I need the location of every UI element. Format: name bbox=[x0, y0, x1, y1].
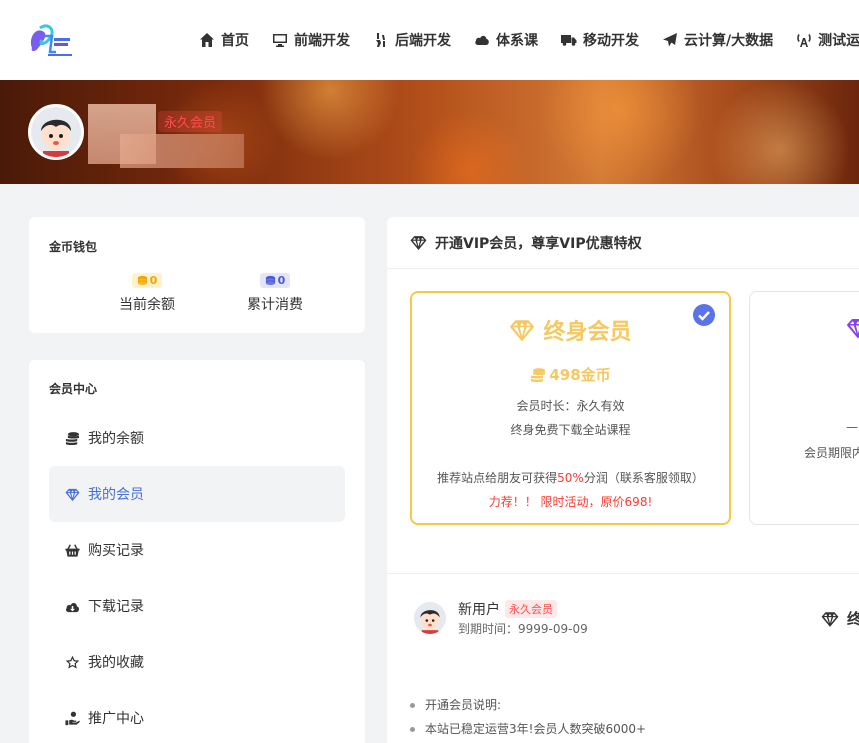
member-center-card: 会员中心 我的余额 我的会员 购买记录 下载记录 我的收藏 推广中心 bbox=[29, 360, 365, 743]
vip-main-card: 开通VIP会员，尊享VIP优惠特权 终身会员 498金币 会员时长：永久有效 终… bbox=[387, 217, 859, 743]
member-center-title: 会员中心 bbox=[49, 382, 98, 396]
spent-value: 0 bbox=[277, 274, 286, 287]
plan2-line1: — bbox=[846, 420, 858, 434]
menu-item-my-membership[interactable]: 我的会员 bbox=[49, 466, 345, 522]
menu-item-purchase-records[interactable]: 购买记录 bbox=[49, 522, 345, 578]
plan-title-text: 终身会员 bbox=[543, 320, 632, 345]
right-panel-hint: 终 bbox=[821, 608, 859, 629]
spent-label: 累计消费 bbox=[247, 297, 303, 313]
nav-item-testing-ops[interactable]: 测试运 bbox=[796, 30, 859, 50]
cloud-download-icon bbox=[66, 602, 80, 612]
plan-benefit: 终身免费下载全站课程 bbox=[510, 423, 631, 437]
coins-icon bbox=[65, 431, 80, 445]
nav-item-label: 测试运 bbox=[818, 33, 859, 49]
menu-item-favorites[interactable]: 我的收藏 bbox=[49, 634, 345, 690]
nav-item-label: 移动开发 bbox=[583, 33, 639, 49]
profile-banner: 永久会员 bbox=[0, 80, 859, 184]
menu-item-balance[interactable]: 我的余额 bbox=[49, 410, 345, 466]
server-icon bbox=[376, 33, 385, 47]
balance-value: 0 bbox=[149, 274, 158, 287]
referral-suffix: 分润（联系客服领取） bbox=[583, 471, 704, 485]
truck-icon bbox=[561, 35, 577, 46]
plan-price: 498金币 bbox=[412, 364, 729, 385]
user-vip-badge: 永久会员 bbox=[505, 600, 557, 618]
cloud-icon bbox=[475, 35, 489, 45]
user-expire-time: 到期时间：9999-09-09 bbox=[458, 622, 588, 636]
wallet-spent[interactable]: 0 累计消费 bbox=[195, 271, 355, 314]
plan-title: 终身会员 bbox=[412, 314, 729, 346]
user-name: 新用户 bbox=[458, 602, 500, 618]
diamond-icon bbox=[821, 611, 839, 627]
diamond-icon bbox=[510, 320, 535, 342]
menu-item-download-records[interactable]: 下载记录 bbox=[49, 578, 345, 634]
note-item: 本站已稳定运营3年!会员人数突破6000+ bbox=[407, 721, 646, 743]
plan-duration: 会员时长：永久有效 bbox=[516, 399, 625, 413]
top-navigation-bar: 首页 前端开发 后端开发 体系课 移动开发 云计算/大数据 测试运 bbox=[0, 0, 859, 80]
menu-item-label: 下载记录 bbox=[88, 599, 144, 615]
avatar[interactable] bbox=[28, 104, 84, 160]
coins-icon bbox=[137, 275, 147, 286]
vip-badge: 永久会员 bbox=[158, 111, 223, 132]
wallet-card: 金币钱包 0 当前余额 0 累计消费 bbox=[29, 217, 365, 333]
star-icon bbox=[65, 655, 80, 668]
vip-header-title: 开通VIP会员，尊享VIP优惠特权 bbox=[435, 235, 642, 252]
nav-item-mobile[interactable]: 移动开发 bbox=[561, 30, 639, 50]
spent-badge: 0 bbox=[259, 273, 291, 288]
wallet-title: 金币钱包 bbox=[49, 240, 98, 254]
diamond-icon bbox=[65, 488, 80, 501]
menu-item-label: 推广中心 bbox=[88, 711, 144, 727]
nav-item-cloud-bigdata[interactable]: 云计算/大数据 bbox=[662, 30, 773, 50]
nav-item-label: 云计算/大数据 bbox=[684, 33, 774, 49]
diamond-icon bbox=[410, 236, 427, 250]
menu-item-referral-center[interactable]: 推广中心 bbox=[49, 690, 345, 743]
send-icon bbox=[663, 33, 677, 47]
nav-item-home[interactable]: 首页 bbox=[199, 30, 249, 50]
plan-price-text: 498金币 bbox=[549, 366, 611, 384]
nav-item-courses[interactable]: 体系课 bbox=[474, 30, 538, 50]
antenna-icon bbox=[797, 34, 811, 47]
balance-badge: 0 bbox=[131, 273, 163, 288]
referral-prefix: 推荐站点给朋友可获得 bbox=[437, 471, 558, 485]
menu-item-label: 购买记录 bbox=[88, 543, 144, 559]
home-icon bbox=[200, 33, 214, 47]
coins-icon bbox=[531, 367, 546, 382]
referral-percent: 50% bbox=[557, 471, 584, 485]
hand-coin-icon bbox=[65, 711, 80, 725]
nav-item-label: 首页 bbox=[221, 33, 249, 49]
user-name-row: 新用户 永久会员 bbox=[458, 599, 557, 619]
nav-item-label: 后端开发 bbox=[395, 33, 451, 49]
coins-icon bbox=[265, 275, 275, 286]
main-nav: 首页 前端开发 后端开发 体系课 移动开发 云计算/大数据 测试运 bbox=[199, 0, 859, 80]
site-logo-icon[interactable] bbox=[26, 22, 74, 58]
diamond-icon bbox=[846, 319, 859, 339]
nav-item-label: 前端开发 bbox=[294, 33, 350, 49]
username-blurred-extension bbox=[120, 134, 244, 168]
plan-lifetime[interactable]: 终身会员 498金币 会员时长：永久有效 终身免费下载全站课程 推荐站点给朋友可… bbox=[410, 291, 731, 525]
plan-secondary[interactable]: — 会员期限内 bbox=[749, 291, 859, 525]
menu-item-label: 我的余额 bbox=[88, 431, 144, 447]
avatar-image-icon bbox=[31, 107, 81, 157]
avatar-image-icon bbox=[414, 602, 446, 634]
nav-item-backend[interactable]: 后端开发 bbox=[373, 30, 451, 50]
plan-promo: 力荐！！ 限时活动，原价698! bbox=[488, 495, 653, 509]
menu-item-label: 我的会员 bbox=[88, 487, 144, 503]
nav-item-label: 体系课 bbox=[496, 33, 538, 49]
basket-icon bbox=[65, 543, 80, 557]
plan-referral: 推荐站点给朋友可获得50%分润（联系客服领取） bbox=[412, 469, 729, 486]
right-hint-text: 终 bbox=[847, 610, 859, 628]
user-avatar bbox=[414, 602, 446, 634]
note-item: 开通会员说明: bbox=[407, 697, 646, 721]
nav-item-frontend[interactable]: 前端开发 bbox=[272, 30, 350, 50]
menu-item-label: 我的收藏 bbox=[88, 655, 144, 671]
section-divider bbox=[387, 573, 859, 574]
monitor-icon bbox=[273, 34, 287, 47]
vip-header: 开通VIP会员，尊享VIP优惠特权 bbox=[387, 217, 859, 269]
plan2-line2: 会员期限内 bbox=[804, 446, 859, 460]
membership-notes: 开通会员说明: 本站已稳定运营3年!会员人数突破6000+ bbox=[407, 697, 646, 743]
